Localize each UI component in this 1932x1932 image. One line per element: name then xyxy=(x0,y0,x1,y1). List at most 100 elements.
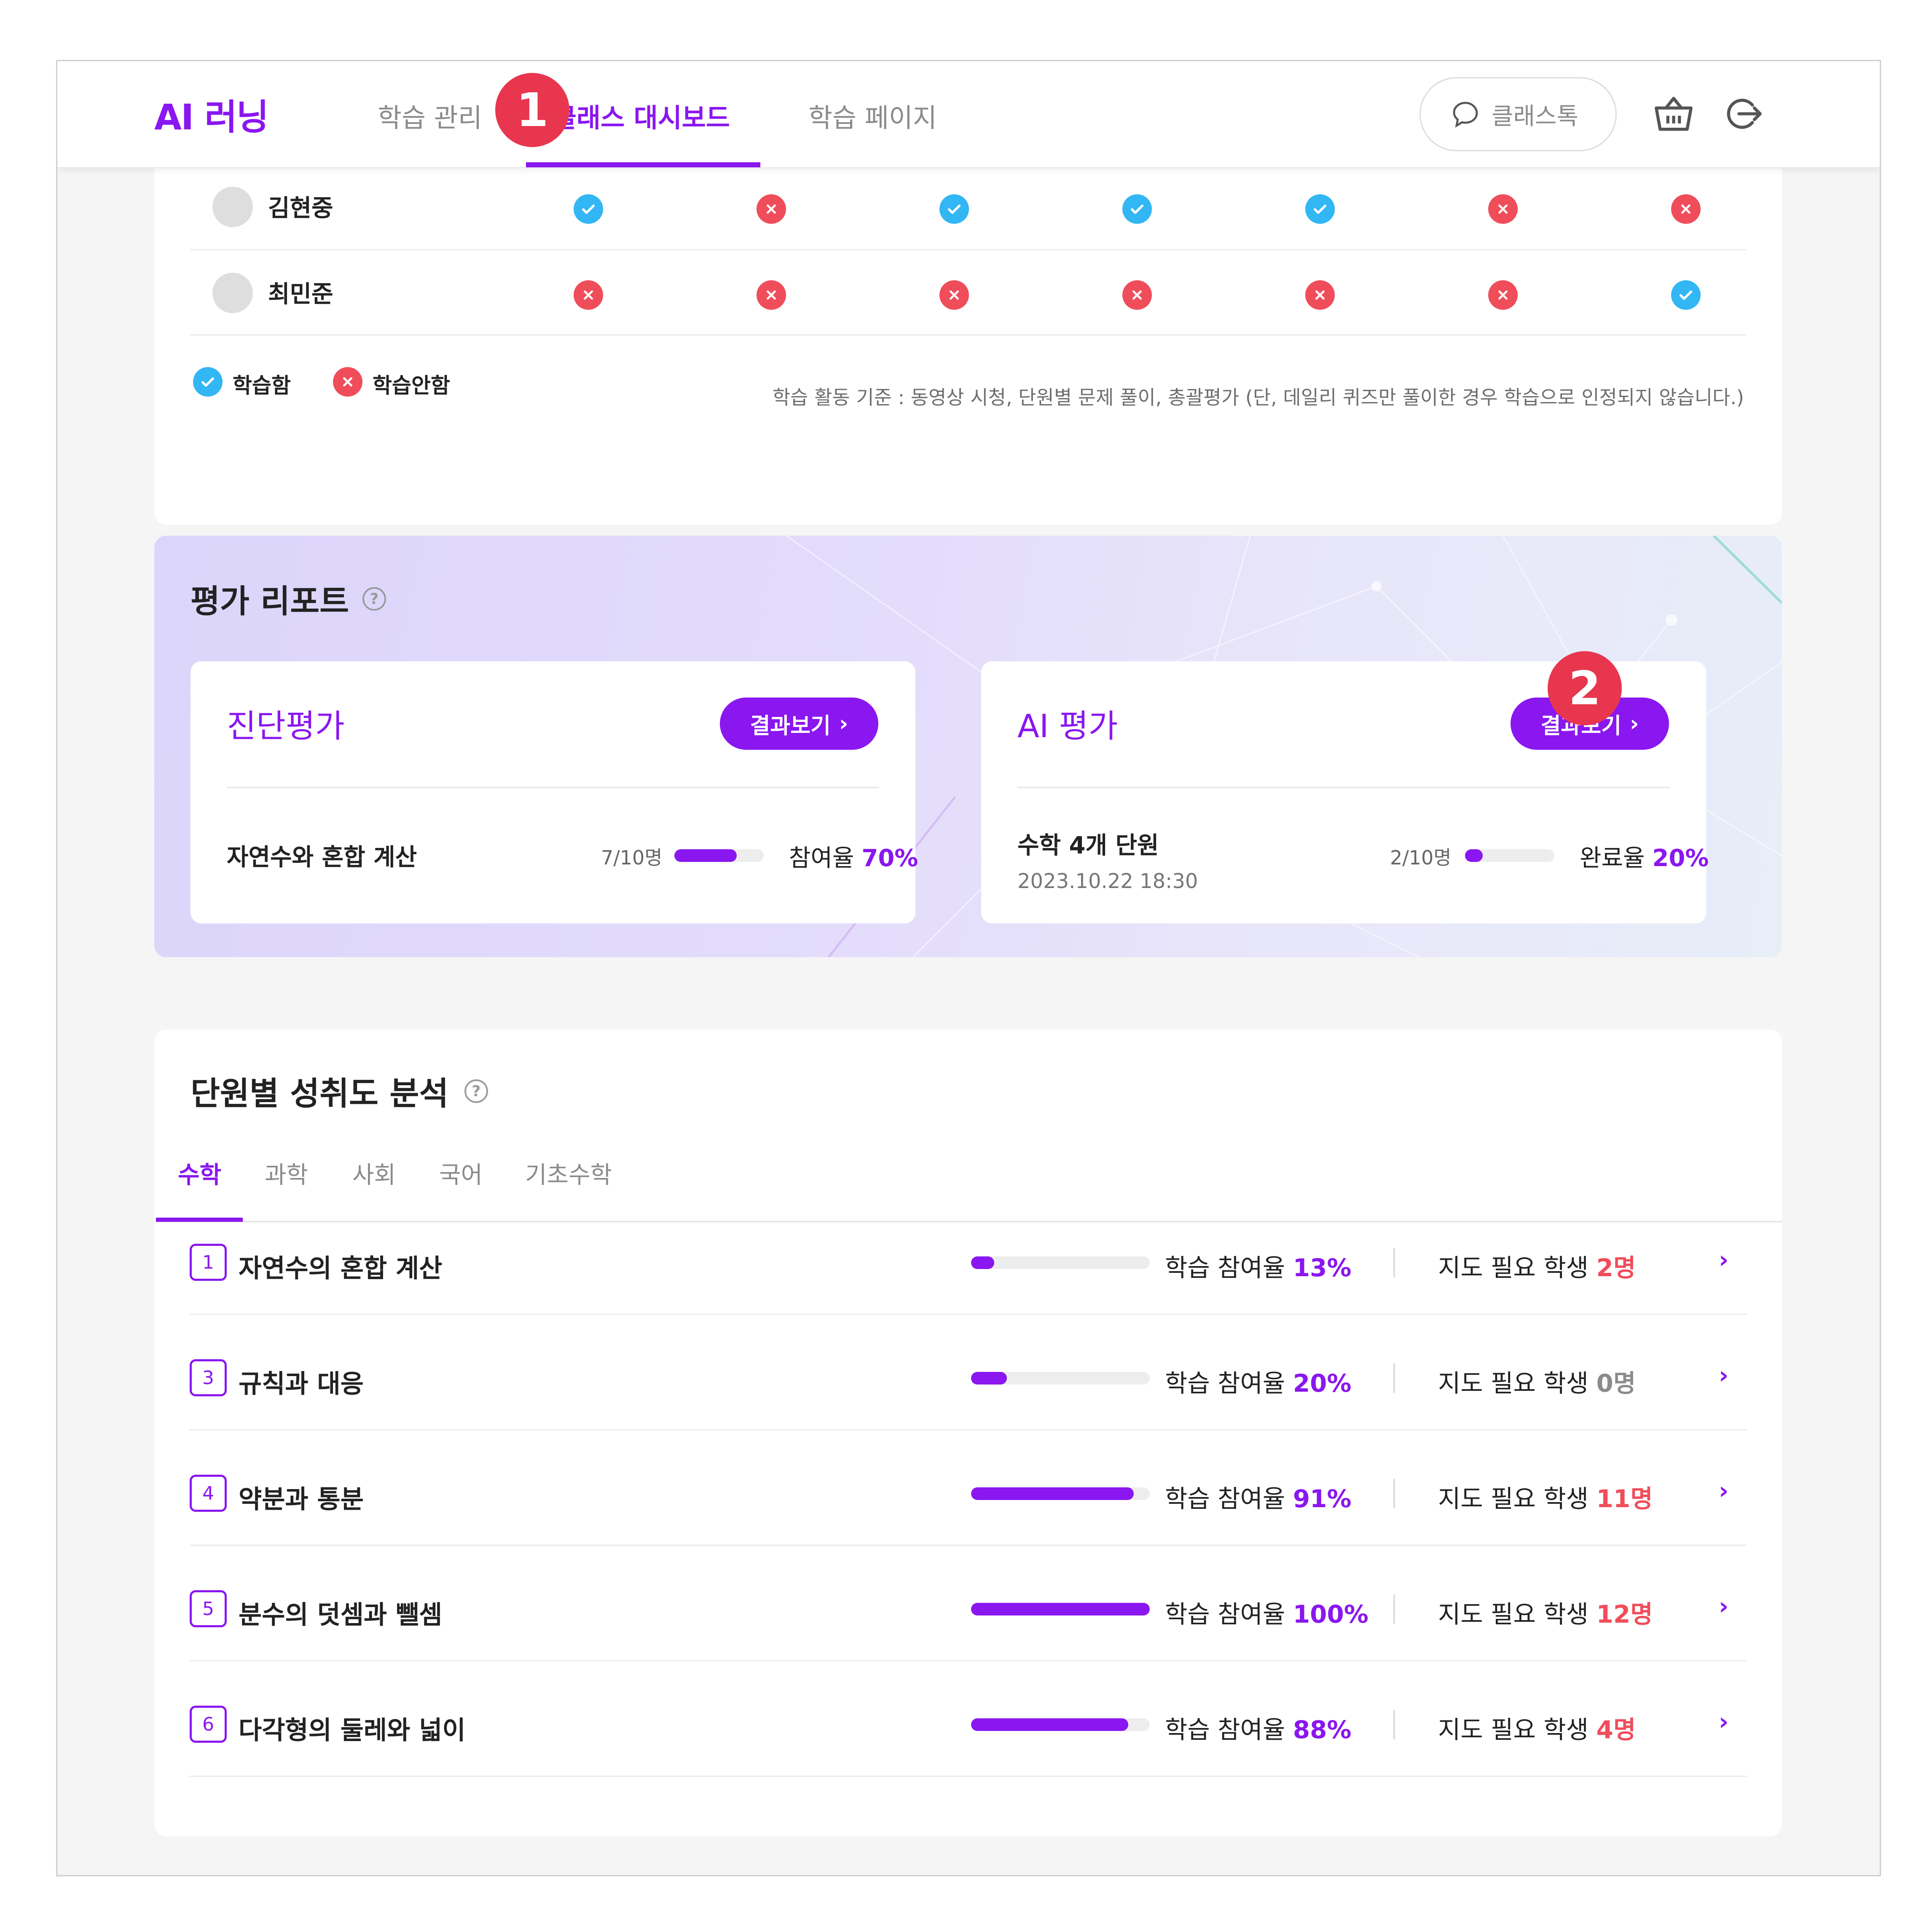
tab-social[interactable]: 사회 xyxy=(352,1156,396,1190)
classtalk-button[interactable]: 클래스톡 xyxy=(1419,77,1617,151)
view-results-button[interactable]: 결과보기 › xyxy=(720,698,878,750)
participation-rate: 학습 참여율 13% xyxy=(1165,1253,1352,1282)
unit-name: 다각형의 둘레와 넓이 xyxy=(239,1716,466,1745)
diagnostic-evaluation-card: 진단평가 결과보기 › 자연수와 혼합 계산 7/10명 참여율 70% xyxy=(191,661,918,923)
x-icon xyxy=(1671,194,1701,224)
x-icon xyxy=(757,194,786,224)
avatar xyxy=(212,273,253,313)
help-icon[interactable]: ? xyxy=(362,587,386,611)
participation-rate: 학습 참여율 20% xyxy=(1165,1369,1352,1398)
tab-basic-math[interactable]: 기초수학 xyxy=(525,1156,612,1190)
column-separator xyxy=(1393,1363,1395,1393)
progress-fill xyxy=(971,1603,1150,1615)
nav-learning-management[interactable]: 학습 관리 xyxy=(378,97,482,134)
unit-participation-bar xyxy=(971,1718,1150,1731)
completion-rate: 완료율 20% xyxy=(1580,845,1709,872)
active-tab-indicator xyxy=(526,162,760,167)
nav-class-dashboard[interactable]: 클래스 대시보드 xyxy=(553,97,730,134)
avatar xyxy=(212,187,253,227)
progress-fill xyxy=(1465,849,1483,862)
legend-not-done-label: 학습안함 xyxy=(373,373,450,398)
check-icon xyxy=(939,194,969,224)
button-label: 결과보기 xyxy=(750,713,831,739)
participation-rate: 학습 참여율 88% xyxy=(1165,1715,1352,1744)
tab-math[interactable]: 수학 xyxy=(178,1156,221,1190)
student-name: 김현중 xyxy=(268,195,333,222)
card-title: AI 평가 xyxy=(1017,707,1118,745)
app-window: AI 러닝 학습 관리 클래스 대시보드 학습 페이지 클래스톡 1 김현중 최… xyxy=(56,60,1881,1876)
card-title: 진단평가 xyxy=(227,707,345,745)
nav-learning-page[interactable]: 학습 페이지 xyxy=(808,97,937,134)
x-icon xyxy=(333,367,362,397)
student-name: 최민준 xyxy=(268,281,333,308)
tab-korean[interactable]: 국어 xyxy=(439,1156,483,1190)
annotation-badge-2: 2 xyxy=(1548,651,1622,725)
column-separator xyxy=(1393,1479,1395,1508)
students-needing-guidance: 지도 필요 학생 4명 xyxy=(1438,1715,1636,1744)
column-separator xyxy=(1393,1248,1395,1277)
chat-bubble-icon xyxy=(1453,102,1478,128)
evaluation-report-section: 평가 리포트 ? 진단평가 결과보기 › 자연수와 혼합 계산 7/10명 참여… xyxy=(154,536,1782,957)
unit-name: 자연수의 혼합 계산 xyxy=(239,1254,443,1283)
participant-count: 7/10명 xyxy=(601,846,663,869)
unit-participation-bar xyxy=(971,1487,1150,1500)
x-icon xyxy=(574,280,603,310)
row-divider xyxy=(190,1776,1747,1777)
chevron-right-icon[interactable]: › xyxy=(1719,1362,1728,1389)
unit-participation-bar xyxy=(971,1603,1150,1615)
check-icon xyxy=(574,194,603,224)
app-logo[interactable]: AI 러닝 xyxy=(154,89,269,140)
unit-name: 규칙과 대응 xyxy=(239,1369,364,1399)
chevron-right-icon[interactable]: › xyxy=(1719,1246,1728,1274)
unit-number-badge: 4 xyxy=(190,1475,227,1512)
attendance-card: 김현중 최민준 학습함 학습안함 학습 활동 기준 : 동영상 시청, 단원별 … xyxy=(154,154,1782,525)
tab-science[interactable]: 과학 xyxy=(265,1156,308,1190)
row-divider xyxy=(190,1314,1747,1315)
x-icon xyxy=(939,280,969,310)
row-divider xyxy=(190,249,1747,250)
students-needing-guidance: 지도 필요 학생 11명 xyxy=(1438,1484,1653,1513)
evaluation-date: 2023.10.22 18:30 xyxy=(1017,869,1198,893)
unit-name: 약분과 통분 xyxy=(239,1485,364,1514)
unit-achievement-section: 단원별 성취도 분석 ? 수학 과학 사회 국어 기초수학 1 자연수의 혼합 … xyxy=(154,1030,1782,1836)
check-icon xyxy=(193,367,223,397)
top-header: AI 러닝 학습 관리 클래스 대시보드 학습 페이지 클래스톡 xyxy=(57,61,1880,168)
unit-number-badge: 1 xyxy=(190,1244,227,1281)
classtalk-label: 클래스톡 xyxy=(1492,102,1579,130)
logout-icon[interactable] xyxy=(1720,91,1766,137)
completion-progress-bar xyxy=(1465,849,1554,862)
row-divider xyxy=(190,1660,1747,1661)
chevron-right-icon[interactable]: › xyxy=(1719,1593,1728,1620)
progress-fill xyxy=(674,849,737,862)
progress-fill xyxy=(971,1718,1129,1731)
basket-icon[interactable] xyxy=(1650,91,1697,137)
participation-rate: 학습 참여율 91% xyxy=(1165,1484,1352,1513)
report-title: 평가 리포트 xyxy=(191,582,349,620)
unit-number-badge: 5 xyxy=(190,1590,227,1627)
chevron-right-icon[interactable]: › xyxy=(1719,1708,1728,1736)
unit-participation-bar xyxy=(971,1256,1150,1269)
chevron-right-icon: › xyxy=(1629,711,1639,736)
participation-progress-bar xyxy=(674,849,764,862)
progress-fill xyxy=(971,1256,995,1269)
x-icon xyxy=(1122,280,1152,310)
check-icon xyxy=(1122,194,1152,224)
card-divider xyxy=(227,787,879,788)
row-divider xyxy=(190,334,1747,335)
column-separator xyxy=(1393,1710,1395,1739)
chevron-right-icon[interactable]: › xyxy=(1719,1477,1728,1505)
x-icon xyxy=(757,280,786,310)
row-divider xyxy=(190,1545,1747,1546)
students-needing-guidance: 지도 필요 학생 0명 xyxy=(1438,1369,1636,1398)
active-tab-indicator xyxy=(156,1218,243,1222)
participant-count: 2/10명 xyxy=(1390,846,1452,869)
legend-done-label: 학습함 xyxy=(233,373,291,398)
progress-fill xyxy=(971,1372,1007,1385)
x-icon xyxy=(1305,280,1335,310)
unit-number-badge: 6 xyxy=(190,1706,227,1743)
help-icon[interactable]: ? xyxy=(464,1079,488,1103)
participation-rate: 학습 참여율 100% xyxy=(1165,1600,1368,1629)
row-divider xyxy=(190,1429,1747,1430)
evaluation-subject: 자연수와 혼합 계산 xyxy=(227,844,417,871)
progress-fill xyxy=(971,1487,1134,1500)
